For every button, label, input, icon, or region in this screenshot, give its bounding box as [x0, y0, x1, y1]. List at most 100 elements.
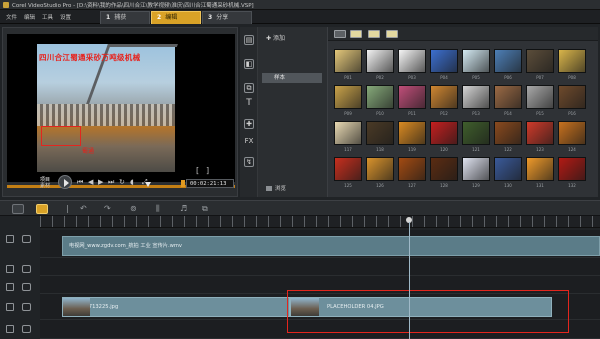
instant-project-icon[interactable]: ◧: [244, 59, 254, 69]
track-header-title: [0, 232, 40, 248]
timecode-arrow-icon[interactable]: [181, 180, 185, 187]
library-thumbnail[interactable]: [334, 49, 362, 73]
video-clip-1[interactable]: 15-1713225.jpg: [62, 297, 290, 317]
library-thumbnail[interactable]: [334, 157, 362, 181]
voice-track-icon[interactable]: [6, 265, 14, 273]
library-thumbnail[interactable]: [526, 121, 554, 145]
folder-item-samples[interactable]: 样本: [262, 73, 322, 83]
preview-screen[interactable]: 四川合江蜀通采砂万吨级机械 蜀通: [7, 34, 235, 182]
tab-share[interactable]: 3 分享: [202, 11, 252, 24]
play-button[interactable]: [58, 175, 72, 189]
timeline-ruler[interactable]: [40, 216, 600, 228]
overlay-track-icon[interactable]: [6, 283, 14, 291]
library-filter-bar: [328, 27, 598, 41]
library-thumbnail-label: P02: [376, 75, 384, 80]
library-thumbnail[interactable]: [398, 49, 426, 73]
library-thumbnail[interactable]: [366, 157, 394, 181]
title-icon[interactable]: T: [244, 99, 254, 109]
track-mute-icon[interactable]: [22, 265, 31, 273]
home-icon[interactable]: ⏮: [77, 178, 83, 187]
timecode-display[interactable]: 00:02:21:13: [186, 179, 234, 188]
track-manager-icon[interactable]: ⧉: [202, 204, 208, 214]
repeat-icon[interactable]: ↻: [119, 178, 125, 186]
record-capture-icon[interactable]: ⊚: [130, 204, 137, 213]
title-track-icon[interactable]: [6, 235, 14, 243]
folder-browse-icon[interactable]: [334, 30, 346, 38]
library-thumbnail[interactable]: [526, 49, 554, 73]
add-folder-button[interactable]: ✚ 添加: [266, 33, 285, 42]
library-thumbnail[interactable]: [430, 49, 458, 73]
menu-file[interactable]: 文件: [6, 13, 17, 21]
library-thumbnail[interactable]: [462, 49, 490, 73]
library-thumbnail[interactable]: [430, 85, 458, 109]
tab-capture[interactable]: 1 捕获: [100, 11, 150, 24]
library-thumbnail[interactable]: [558, 157, 586, 181]
path-icon[interactable]: ↯: [244, 157, 254, 167]
graphic-icon[interactable]: ✚: [244, 119, 254, 129]
library-thumbnail[interactable]: [366, 121, 394, 145]
annotation-box: [41, 126, 81, 146]
library-thumbnail-label: P03: [408, 75, 416, 80]
show-photo-icon[interactable]: [368, 30, 380, 38]
library-thumbnail[interactable]: [462, 157, 490, 181]
voice-track[interactable]: [40, 258, 600, 276]
library-thumbnail[interactable]: [398, 85, 426, 109]
transition-icon[interactable]: ⧉: [244, 83, 254, 93]
music-track-icon[interactable]: [6, 325, 14, 333]
tab-share-label: 分享: [216, 14, 229, 21]
library-thumbnail[interactable]: [526, 157, 554, 181]
tab-edit[interactable]: 2 编辑: [151, 11, 201, 24]
library-thumbnail[interactable]: [430, 157, 458, 181]
media-icon[interactable]: ▤: [244, 35, 254, 45]
library-thumbnail[interactable]: [334, 85, 362, 109]
mode-clip[interactable]: 素材: [40, 183, 50, 189]
library-category-toolbar: ▤ ◧ ⧉ T ✚ FX ↯: [240, 27, 258, 197]
library-thumbnail[interactable]: [462, 85, 490, 109]
library-thumbnail[interactable]: [334, 121, 362, 145]
end-icon[interactable]: ⏭: [108, 178, 114, 187]
library-thumbnail-label: P16: [568, 111, 576, 116]
storyboard-view-icon[interactable]: [12, 204, 24, 214]
library-thumbnail[interactable]: [558, 85, 586, 109]
title-clip[interactable]: 电视网_www.zgdv.com_航拍 工业 宣传片.wmv: [62, 236, 600, 256]
menu-edit[interactable]: 编辑: [24, 13, 35, 21]
auto-music-icon[interactable]: ♬: [180, 204, 187, 213]
undo-icon[interactable]: ↶: [80, 204, 87, 213]
library-thumbnail[interactable]: [494, 121, 522, 145]
filter-icon[interactable]: FX: [244, 137, 254, 147]
volume-icon[interactable]: ◖: [130, 178, 134, 186]
prev-frame-icon[interactable]: ◀: [88, 178, 93, 186]
library-thumbnail[interactable]: [494, 85, 522, 109]
library-thumbnail[interactable]: [398, 121, 426, 145]
next-frame-icon[interactable]: ▶: [98, 178, 103, 186]
fullscreen-icon[interactable]: ⤢: [142, 178, 148, 187]
library-thumbnail[interactable]: [558, 49, 586, 73]
sound-mixer-icon[interactable]: ⫼: [156, 204, 160, 214]
library-thumbnail[interactable]: [398, 157, 426, 181]
app-window: Corel VideoStudio Pro - [D:\资料\我的作品\四川合江…: [0, 0, 600, 339]
track-audio-icon[interactable]: [22, 325, 31, 333]
play-mode-selector[interactable]: 项目 素材: [40, 177, 50, 189]
track-ripple-icon[interactable]: [22, 303, 31, 311]
timeline-view-icon[interactable]: [36, 204, 48, 214]
show-video-icon[interactable]: [350, 30, 362, 38]
video-track-icon[interactable]: [6, 303, 14, 311]
library-thumbnail[interactable]: [430, 121, 458, 145]
track-lock-icon[interactable]: [22, 283, 31, 291]
library-thumbnail[interactable]: [558, 121, 586, 145]
library-thumbnail-label: 132: [568, 183, 576, 188]
library-thumbnail[interactable]: [462, 121, 490, 145]
library-thumbnail[interactable]: [366, 49, 394, 73]
tab-share-number: 3: [208, 14, 213, 21]
library-thumbnail-label: P06: [504, 75, 512, 80]
show-audio-icon[interactable]: [386, 30, 398, 38]
library-thumbnail[interactable]: [494, 157, 522, 181]
menu-settings[interactable]: 设置: [60, 13, 71, 21]
library-thumbnail[interactable]: [366, 85, 394, 109]
browse-button[interactable]: 浏览: [266, 184, 286, 192]
track-visibility-icon[interactable]: [22, 235, 31, 243]
library-thumbnail[interactable]: [494, 49, 522, 73]
library-thumbnail[interactable]: [526, 85, 554, 109]
menu-tools[interactable]: 工具: [42, 13, 53, 21]
redo-icon[interactable]: ↷: [104, 204, 111, 213]
